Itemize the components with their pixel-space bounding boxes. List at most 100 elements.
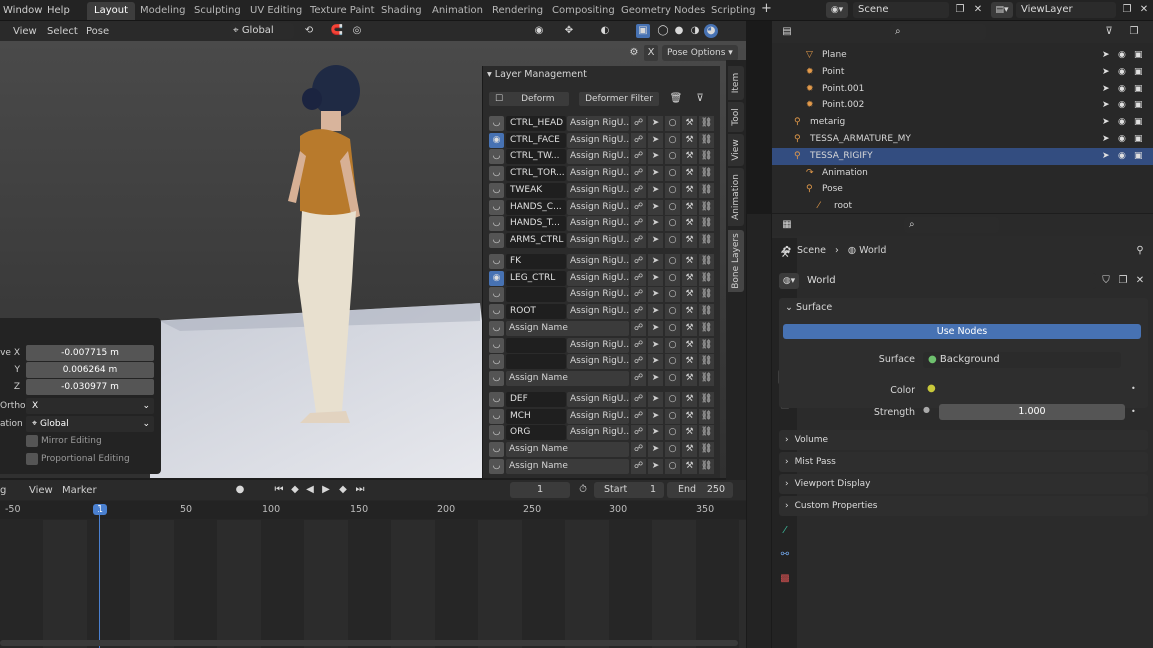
lock-icon[interactable]: ○ [665, 287, 680, 303]
wrench-icon[interactable]: ⚒ [682, 320, 697, 336]
unlink-icon[interactable]: ✕ [1133, 274, 1147, 288]
filter-icon[interactable]: ⊽ [1102, 25, 1116, 39]
outliner-item[interactable]: ⚲ Pose [772, 181, 1153, 198]
bone-tab-icon[interactable]: ⁄ [778, 524, 792, 538]
bone-group-icon[interactable]: ☍ [631, 304, 646, 320]
tab-bone-layers[interactable]: Bone Layers [728, 230, 744, 292]
layer-name-field[interactable]: HANDS_T... [506, 216, 566, 232]
eye-toggle-icon[interactable]: ◉ [1118, 47, 1126, 64]
layer-name-field[interactable] [506, 337, 566, 353]
bone-group-icon[interactable]: ☍ [631, 182, 646, 198]
select-icon[interactable]: ➤ [648, 304, 663, 320]
fake-user-icon[interactable]: ⛉ [1099, 274, 1113, 288]
select-icon[interactable]: ➤ [648, 270, 663, 286]
eye-icon[interactable]: ◡ [489, 458, 504, 474]
workspace-tab-animation[interactable]: Animation [425, 2, 490, 20]
wrench-icon[interactable]: ⚒ [682, 254, 697, 269]
link-icon[interactable]: ⛓ [699, 232, 714, 248]
layer-name-field[interactable]: ORG [506, 425, 566, 441]
wrench-icon[interactable]: ⚒ [682, 199, 697, 215]
world-name-field[interactable]: World [802, 273, 1096, 289]
menu-pose[interactable]: Pose [86, 24, 109, 40]
bone-group-icon[interactable]: ☍ [631, 337, 646, 353]
assign-rig-ui-button[interactable]: Assign RigU... [567, 199, 629, 215]
bone-group-icon[interactable]: ☍ [631, 458, 646, 474]
layer-name-field[interactable]: CTRL_FACE [506, 132, 566, 148]
bone-group-icon[interactable]: ☍ [631, 149, 646, 165]
link-icon[interactable]: ⛓ [699, 337, 714, 353]
lock-icon[interactable]: ○ [665, 199, 680, 215]
viewport-display-panel[interactable]: › Viewport Display [779, 474, 1148, 494]
surface-panel-header[interactable]: ⌄ Surface [785, 300, 832, 316]
select-toggle-icon[interactable]: ➤ [1102, 148, 1110, 165]
record-icon[interactable]: ● [233, 483, 247, 497]
wrench-icon[interactable]: ⚒ [682, 132, 697, 148]
eye-icon[interactable]: ◡ [489, 166, 504, 182]
new-view-layer-icon[interactable]: ❐ [1120, 3, 1134, 17]
surface-shader-field[interactable]: ● Background [923, 352, 1121, 368]
select-icon[interactable]: ➤ [648, 458, 663, 474]
outliner-search-input[interactable]: ⌕ [890, 24, 986, 40]
wrench-icon[interactable]: ⚒ [682, 232, 697, 248]
outliner-item[interactable]: ✹ Point ➤ ◉ ▣ [772, 64, 1153, 81]
gizmo-icon[interactable]: ✥ [562, 24, 576, 38]
layer-name-field[interactable]: CTRL_TW... [506, 149, 566, 165]
eye-icon[interactable]: ◡ [489, 354, 504, 370]
texture-tab-icon[interactable]: ▩ [778, 572, 792, 586]
layer-management-header[interactable]: ▾ Layer Management [487, 68, 587, 82]
eye-icon[interactable]: ◡ [489, 149, 504, 165]
eye-icon[interactable]: ◉ [489, 132, 504, 148]
link-icon[interactable]: ⛓ [699, 270, 714, 286]
eye-icon[interactable]: ◡ [489, 442, 504, 458]
eye-icon[interactable]: ◡ [489, 287, 504, 303]
properties-search-input[interactable]: ⌕ [904, 217, 999, 233]
lock-icon[interactable]: ○ [665, 408, 680, 424]
orientation-dropdown[interactable]: ⌖ Global ⌄ [26, 416, 154, 432]
view-layer-icon[interactable]: ▤▾ [991, 2, 1013, 18]
eye-icon[interactable]: ◡ [489, 304, 504, 320]
proportional-editing-toggle[interactable]: Proportional Editing [26, 452, 130, 466]
wrench-icon[interactable]: ⚒ [682, 425, 697, 441]
wrench-icon[interactable]: ⚒ [682, 408, 697, 424]
lock-icon[interactable]: ○ [665, 270, 680, 286]
current-frame-field[interactable]: 1 [510, 482, 570, 498]
lock-icon[interactable]: ○ [665, 182, 680, 198]
assign-rig-ui-button[interactable]: Assign RigU... [567, 116, 629, 131]
assign-rig-ui-button[interactable]: Assign RigU... [567, 304, 629, 320]
display-mode-icon[interactable]: ▤ [780, 25, 794, 39]
editor-type-icon[interactable]: ▦ [780, 218, 794, 232]
workspace-tab-layout[interactable]: Layout [87, 2, 135, 20]
assign-rig-ui-button[interactable]: Assign RigU... [567, 337, 629, 353]
link-icon[interactable]: ⛓ [699, 254, 714, 269]
select-icon[interactable]: ➤ [648, 149, 663, 165]
assign-rig-ui-button[interactable]: Assign RigU... [567, 216, 629, 232]
jump-end-icon[interactable]: ⏭ [353, 483, 367, 497]
bone-group-icon[interactable]: ☍ [631, 425, 646, 441]
deformer-filter-button[interactable]: Deformer Filter [579, 92, 659, 106]
select-icon[interactable]: ➤ [648, 232, 663, 248]
proportional-icon[interactable]: ◎ [350, 24, 364, 38]
select-icon[interactable]: ➤ [648, 199, 663, 215]
assign-rig-ui-button[interactable]: Assign Name [506, 458, 629, 474]
menu-playback[interactable]: g [0, 483, 6, 499]
wrench-icon[interactable]: ⚒ [682, 304, 697, 320]
add-workspace-button[interactable]: + [761, 1, 772, 17]
keyframe-dot-icon[interactable]: • [1131, 407, 1136, 416]
link-icon[interactable]: ⛓ [699, 287, 714, 303]
playhead-line[interactable] [99, 508, 100, 648]
link-icon[interactable]: ⛓ [699, 320, 714, 336]
layer-name-field[interactable]: HANDS_C... [506, 199, 566, 215]
xray-icon[interactable]: ▣ [636, 24, 650, 38]
eye-icon[interactable]: ◡ [489, 320, 504, 336]
layer-name-field[interactable]: MCH [506, 408, 566, 424]
bone-group-icon[interactable]: ☍ [631, 116, 646, 131]
link-icon[interactable]: ⛓ [699, 370, 714, 386]
eye-toggle-icon[interactable]: ◉ [1118, 148, 1126, 165]
lock-icon[interactable]: ○ [665, 116, 680, 131]
wrench-icon[interactable]: ⚒ [682, 442, 697, 458]
eye-icon[interactable]: ◡ [489, 116, 504, 131]
new-scene-icon[interactable]: ❐ [953, 3, 967, 17]
select-icon[interactable]: ➤ [648, 392, 663, 407]
outliner-item[interactable]: ✹ Point.001 ➤ ◉ ▣ [772, 81, 1153, 98]
select-icon[interactable]: ➤ [648, 254, 663, 269]
